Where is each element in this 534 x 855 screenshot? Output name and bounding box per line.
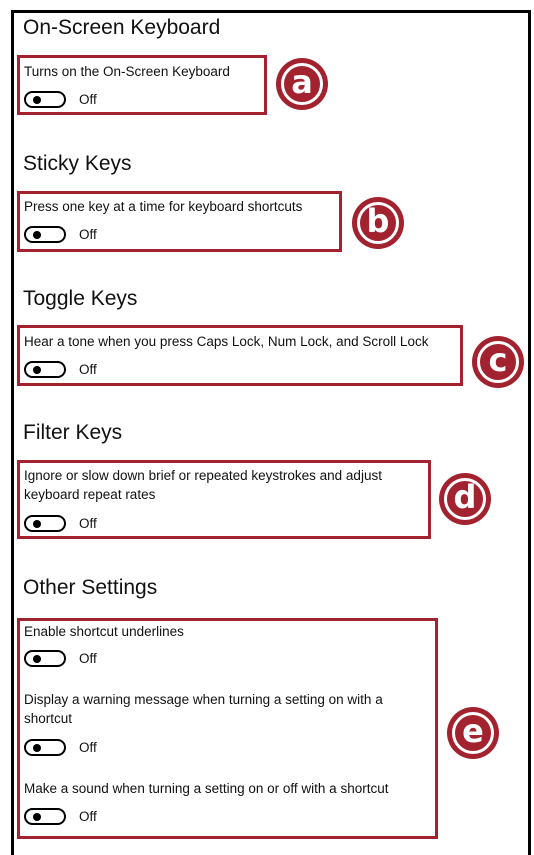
sticky-keys-description: Press one key at a time for keyboard sho… (24, 199, 303, 214)
callout-badge-b: b (352, 197, 404, 249)
warning-message-description-line2: shortcut (24, 711, 73, 726)
warning-message-description-line1: Display a warning message when turning a… (24, 692, 383, 707)
on-screen-keyboard-description: Turns on the On-Screen Keyboard (24, 64, 230, 79)
toggle-knob (33, 743, 41, 752)
callout-badge-d: d (439, 473, 491, 525)
heading-toggle-keys: Toggle Keys (23, 287, 138, 310)
toggle-knob (33, 654, 41, 663)
warning-message-toggle[interactable] (24, 739, 66, 756)
heading-filter-keys: Filter Keys (23, 421, 123, 444)
toggle-keys-description: Hear a tone when you press Caps Lock, Nu… (24, 334, 429, 349)
sticky-keys-toggle[interactable] (24, 226, 66, 243)
toggle-knob (33, 95, 41, 104)
toggle-keys-state: Off (79, 362, 97, 377)
filter-keys-state: Off (79, 516, 97, 531)
callout-badge-a: a (276, 58, 328, 110)
callout-badge-e: e (447, 707, 499, 759)
shortcut-sound-toggle[interactable] (24, 808, 66, 825)
toggle-knob (33, 365, 41, 374)
filter-keys-description-line1: Ignore or slow down brief or repeated ke… (24, 468, 382, 483)
on-screen-keyboard-state: Off (79, 92, 97, 107)
toggle-knob (33, 812, 41, 821)
heading-on-screen-keyboard: On-Screen Keyboard (23, 16, 221, 39)
shortcut-sound-description: Make a sound when turning a setting on o… (24, 781, 389, 796)
toggle-keys-toggle[interactable] (24, 361, 66, 378)
callout-badge-c: c (472, 336, 524, 388)
heading-sticky-keys: Sticky Keys (23, 152, 132, 175)
warning-message-state: Off (79, 740, 97, 755)
shortcut-underlines-toggle[interactable] (24, 650, 66, 667)
filter-keys-toggle[interactable] (24, 515, 66, 532)
heading-other-settings: Other Settings (23, 576, 158, 599)
toggle-knob (33, 519, 41, 528)
toggle-knob (33, 230, 41, 239)
sticky-keys-state: Off (79, 227, 97, 242)
shortcut-underlines-state: Off (79, 651, 97, 666)
filter-keys-description-line2: keyboard repeat rates (24, 487, 156, 502)
shortcut-underlines-description: Enable shortcut underlines (24, 624, 184, 639)
shortcut-sound-state: Off (79, 809, 97, 824)
on-screen-keyboard-toggle[interactable] (24, 91, 66, 108)
